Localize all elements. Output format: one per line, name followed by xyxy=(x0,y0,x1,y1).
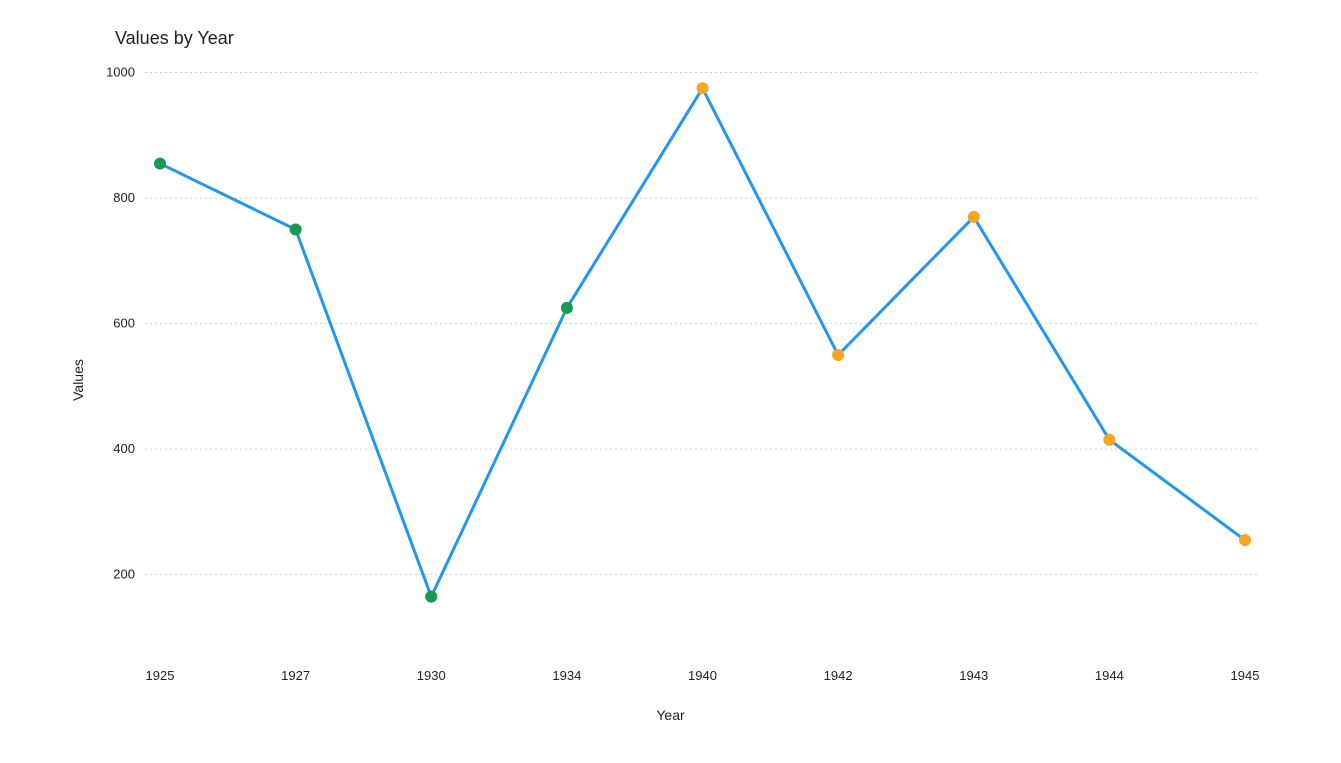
x-tick-label: 1944 xyxy=(1095,668,1124,683)
data-point[interactable] xyxy=(832,349,844,361)
x-tick-label: 1940 xyxy=(688,668,717,683)
x-tick-label: 1927 xyxy=(281,668,310,683)
y-tick-label: 1000 xyxy=(106,65,135,80)
x-tick-label: 1945 xyxy=(1231,668,1260,683)
x-tick-label: 1925 xyxy=(146,668,175,683)
data-point[interactable] xyxy=(1239,534,1251,546)
y-tick-label: 200 xyxy=(113,567,135,582)
data-point[interactable] xyxy=(561,302,573,314)
data-point[interactable] xyxy=(968,211,980,223)
data-point[interactable] xyxy=(425,591,437,603)
x-tick-label: 1930 xyxy=(417,668,446,683)
chart-container: Values by Year Values Year 2004006008001… xyxy=(0,0,1341,763)
data-point[interactable] xyxy=(154,158,166,170)
x-tick-label: 1942 xyxy=(824,668,853,683)
series-line xyxy=(160,88,1245,596)
x-tick-label: 1943 xyxy=(959,668,988,683)
chart-svg: 200 400 600 800 1000 1925 1927 1930 1934 1940 1942… xyxy=(0,0,1341,763)
y-tick-label: 600 xyxy=(113,316,135,331)
data-point[interactable] xyxy=(697,82,709,94)
x-tick-label: 1934 xyxy=(552,668,581,683)
y-tick-label: 400 xyxy=(113,441,135,456)
data-point[interactable] xyxy=(1103,434,1115,446)
data-point[interactable] xyxy=(290,223,302,235)
y-tick-label: 800 xyxy=(113,190,135,205)
